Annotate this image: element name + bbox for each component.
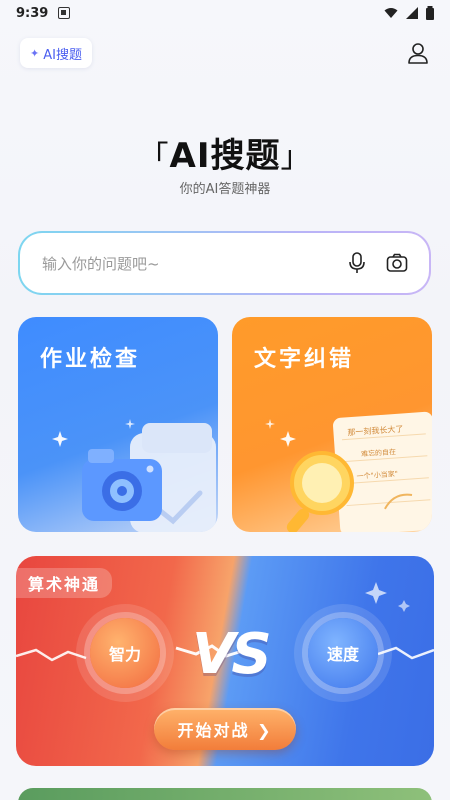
notification-icon — [58, 7, 71, 19]
user-icon — [408, 43, 428, 64]
magnifier-paper-illustration: 那一刻我长大了 难忘的自在 一个"小当家" — [265, 411, 432, 532]
search-bar[interactable]: 输入你的问题吧~ — [18, 231, 431, 295]
intelligence-badge: 智力 — [90, 618, 160, 688]
wifi-icon — [384, 8, 398, 18]
voice-input-button[interactable] — [339, 245, 375, 281]
homework-check-card[interactable]: 作业检查 — [18, 317, 218, 532]
start-battle-button[interactable]: 开始对战 ❯ — [154, 708, 296, 750]
camera-search-button[interactable] — [379, 245, 415, 281]
bracket-right: 」 — [280, 140, 312, 175]
profile-button[interactable] — [404, 39, 432, 67]
microphone-icon — [349, 252, 365, 273]
page-title: 「AI搜题」 — [0, 128, 450, 177]
text-correction-title: 文字纠错 — [254, 347, 355, 372]
text-correction-card[interactable]: 文字纠错 那一刻我长大了 难忘的自在 一个"小当家" — [232, 317, 432, 532]
page-subtitle: 你的AI答题神器 — [179, 182, 271, 197]
vs-label: VS — [192, 622, 272, 687]
sparkle-icon: ✦ — [30, 46, 40, 60]
camera-icon — [386, 253, 408, 272]
status-bar: 9:39 — [0, 0, 450, 26]
ai-search-chip-label: AI搜题 — [43, 47, 82, 63]
page-title-text: AI搜题 — [169, 136, 281, 176]
next-card-peek[interactable] — [18, 788, 432, 800]
camera-document-illustration — [52, 419, 216, 532]
ai-search-chip[interactable]: ✦ AI搜题 — [20, 38, 92, 68]
status-time: 9:39 — [16, 5, 49, 21]
battery-icon — [426, 6, 434, 20]
bracket-left: 「 — [138, 140, 170, 175]
signal-icon — [406, 7, 418, 19]
speed-badge: 速度 — [308, 618, 378, 688]
banner-tag: 算术神通 — [16, 568, 113, 598]
math-battle-banner[interactable]: 算术神通 智力 VS 速度 开始对战 ❯ — [16, 556, 434, 766]
top-bar: ✦ AI搜题 — [20, 38, 432, 68]
search-placeholder[interactable]: 输入你的问题吧~ — [42, 253, 335, 274]
homework-check-title: 作业检查 — [40, 347, 141, 372]
status-icons — [384, 6, 434, 20]
